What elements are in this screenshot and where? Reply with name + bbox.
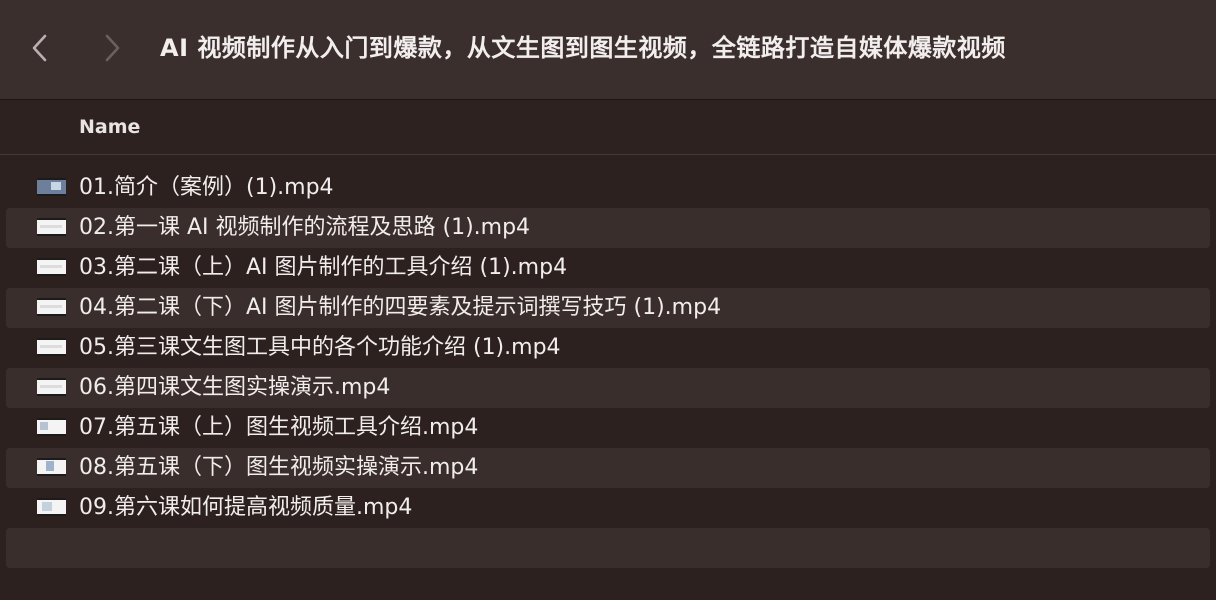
file-name: 08.第五课（下）图生视频实操演示.mp4 <box>79 455 479 480</box>
column-header-name[interactable]: Name <box>79 101 140 155</box>
video-thumbnail-icon <box>37 298 66 316</box>
chevron-right-icon <box>105 34 120 62</box>
finder-window: AI 视频制作从入门到爆款，从文生图到图生视频，全链路打造自媒体爆款视频 Nam… <box>0 0 1216 600</box>
file-row[interactable]: 01.简介（案例）(1).mp4 <box>0 168 1216 208</box>
file-row[interactable]: 02.第一课 AI 视频制作的流程及思路 (1).mp4 <box>0 208 1216 248</box>
file-row[interactable]: 07.第五课（上）图生视频工具介绍.mp4 <box>0 408 1216 448</box>
file-row[interactable]: 03.第二课（上）AI 图片制作的工具介绍 (1).mp4 <box>0 248 1216 288</box>
video-thumbnail-icon <box>37 418 66 436</box>
forward-button[interactable] <box>94 28 130 68</box>
chevron-left-icon <box>32 34 47 62</box>
file-row[interactable]: 06.第四课文生图实操演示.mp4 <box>0 368 1216 408</box>
video-thumbnail-icon <box>37 458 66 476</box>
list-header: Name <box>0 101 1216 155</box>
file-name: 02.第一课 AI 视频制作的流程及思路 (1).mp4 <box>79 215 531 240</box>
file-row[interactable]: 05.第三课文生图工具中的各个功能介绍 (1).mp4 <box>0 328 1216 368</box>
file-name: 05.第三课文生图工具中的各个功能介绍 (1).mp4 <box>79 335 561 360</box>
empty-row <box>0 528 1216 568</box>
file-row[interactable]: 04.第二课（下）AI 图片制作的四要素及提示词撰写技巧 (1).mp4 <box>0 288 1216 328</box>
toolbar: AI 视频制作从入门到爆款，从文生图到图生视频，全链路打造自媒体爆款视频 <box>0 0 1216 100</box>
video-thumbnail-icon <box>37 498 66 516</box>
file-name: 03.第二课（上）AI 图片制作的工具介绍 (1).mp4 <box>79 255 568 280</box>
file-name: 06.第四课文生图实操演示.mp4 <box>79 375 391 400</box>
video-thumbnail-icon <box>37 378 66 396</box>
file-row[interactable]: 09.第六课如何提高视频质量.mp4 <box>0 488 1216 528</box>
window-title: AI 视频制作从入门到爆款，从文生图到图生视频，全链路打造自媒体爆款视频 <box>160 34 1006 62</box>
file-name: 07.第五课（上）图生视频工具介绍.mp4 <box>79 415 479 440</box>
video-thumbnail-icon <box>37 178 66 196</box>
file-name: 09.第六课如何提高视频质量.mp4 <box>79 495 413 520</box>
file-name: 01.简介（案例）(1).mp4 <box>79 175 334 200</box>
file-name: 04.第二课（下）AI 图片制作的四要素及提示词撰写技巧 (1).mp4 <box>79 295 722 320</box>
video-thumbnail-icon <box>37 338 66 356</box>
file-row[interactable]: 08.第五课（下）图生视频实操演示.mp4 <box>0 448 1216 488</box>
file-list: 01.简介（案例）(1).mp4 02.第一课 AI 视频制作的流程及思路 (1… <box>0 168 1216 568</box>
video-thumbnail-icon <box>37 258 66 276</box>
video-thumbnail-icon <box>37 218 66 236</box>
back-button[interactable] <box>22 28 58 68</box>
